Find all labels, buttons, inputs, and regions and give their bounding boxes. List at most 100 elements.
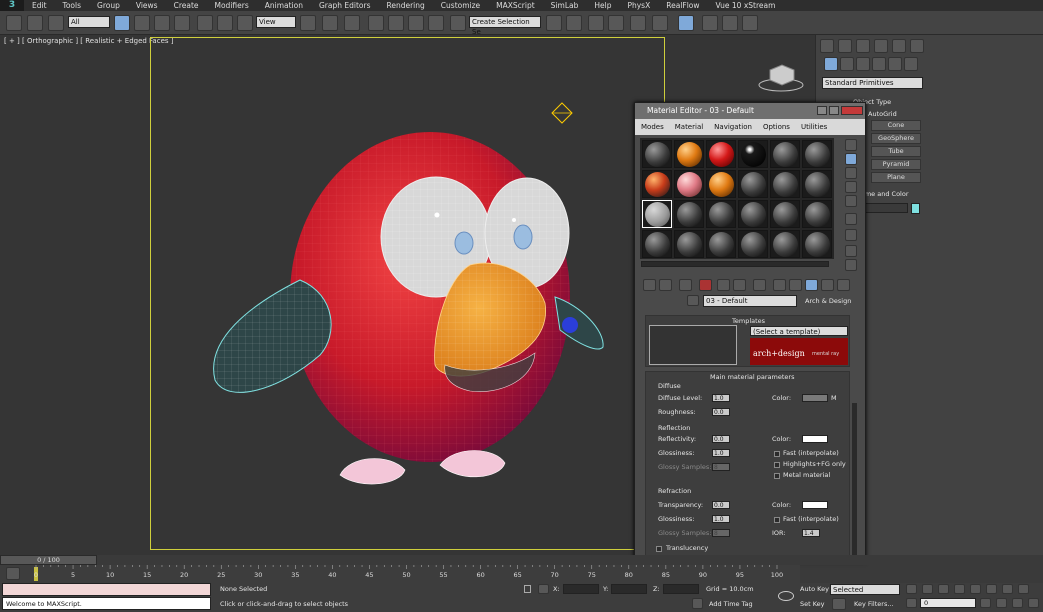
curve-editor-icon[interactable]	[630, 15, 646, 31]
move-icon[interactable]	[197, 15, 213, 31]
utilities-tab-icon[interactable]	[910, 39, 924, 53]
transparency-spinner[interactable]: 0.0	[712, 501, 730, 509]
menu-vue-xstream[interactable]: Vue 10 xStream	[708, 0, 784, 11]
selection-filter-select[interactable]: All	[68, 16, 110, 28]
refl-samples-spinner[interactable]: 8	[712, 463, 730, 471]
menu-rendering[interactable]: Rendering	[378, 0, 432, 11]
absolute-mode-icon[interactable]	[538, 584, 549, 594]
diffuse-level-spinner[interactable]: 1.0	[712, 394, 730, 402]
menu-group[interactable]: Group	[89, 0, 128, 11]
y-coord-field[interactable]	[611, 584, 647, 594]
make-preview-icon[interactable]	[845, 213, 857, 225]
me-menu-modes[interactable]: Modes	[635, 123, 669, 131]
app-logo-icon[interactable]: 3	[0, 0, 24, 11]
render-setup-icon[interactable]	[702, 15, 718, 31]
unlink-icon[interactable]	[27, 15, 43, 31]
next-frame-icon[interactable]	[954, 584, 965, 594]
me-menu-options[interactable]: Options	[757, 123, 795, 131]
align-icon[interactable]	[566, 15, 582, 31]
geosphere-button[interactable]: GeoSphere	[871, 133, 921, 144]
video-check-icon[interactable]	[845, 195, 857, 207]
material-slot[interactable]	[738, 170, 768, 198]
material-slot[interactable]	[802, 230, 832, 258]
x-coord-field[interactable]	[563, 584, 599, 594]
rotate-icon[interactable]	[217, 15, 233, 31]
autogrid-label[interactable]: AutoGrid	[868, 110, 897, 118]
zoom-extents-icon[interactable]	[1018, 584, 1029, 594]
add-time-tag[interactable]: Add Time Tag	[709, 600, 753, 608]
pivot-icon[interactable]	[300, 15, 316, 31]
me-scrollbar[interactable]	[852, 403, 857, 561]
graphite-tools-icon[interactable]	[608, 15, 624, 31]
link-icon[interactable]	[6, 15, 22, 31]
lock-selection-icon[interactable]	[524, 585, 531, 593]
material-name-select[interactable]: 03 - Default	[703, 295, 797, 307]
key-mode-toggle-icon[interactable]	[906, 598, 917, 608]
schematic-view-icon[interactable]	[652, 15, 668, 31]
material-slot[interactable]	[642, 200, 672, 228]
maximize-icon[interactable]	[829, 106, 839, 115]
field-of-view-icon[interactable]	[996, 598, 1007, 608]
select-by-material-icon[interactable]	[845, 245, 857, 257]
reset-map-icon[interactable]	[699, 279, 712, 291]
time-config-icon[interactable]	[980, 598, 991, 608]
set-key-mode-icon[interactable]	[778, 591, 794, 601]
material-slot[interactable]	[642, 140, 672, 168]
material-editor-icon[interactable]	[678, 15, 694, 31]
current-frame-field[interactable]: 0	[920, 598, 976, 608]
material-slot[interactable]	[706, 170, 736, 198]
highlights-fg-checkbox[interactable]	[774, 462, 780, 468]
scale-icon[interactable]	[237, 15, 253, 31]
hierarchy-tab-icon[interactable]	[856, 39, 870, 53]
angle-snap-icon[interactable]	[388, 15, 404, 31]
material-slot[interactable]	[802, 200, 832, 228]
play-icon[interactable]	[938, 584, 949, 594]
material-navigator-icon[interactable]	[845, 259, 857, 271]
motion-tab-icon[interactable]	[874, 39, 888, 53]
spacewarps-icon[interactable]	[904, 57, 918, 71]
display-tab-icon[interactable]	[892, 39, 906, 53]
percent-snap-icon[interactable]	[408, 15, 424, 31]
create-tab-icon[interactable]	[820, 39, 834, 53]
pick-material-icon[interactable]	[687, 295, 699, 306]
go-to-start-icon[interactable]	[906, 584, 917, 594]
template-select[interactable]: (Select a template)	[750, 326, 848, 336]
reflection-color-swatch[interactable]	[802, 435, 828, 443]
refraction-color-swatch[interactable]	[802, 501, 828, 509]
set-key-button[interactable]: Set Key	[800, 600, 825, 608]
material-slot[interactable]	[770, 140, 800, 168]
refr-fast-checkbox[interactable]	[774, 517, 780, 523]
get-material-icon[interactable]	[643, 279, 656, 291]
roughness-spinner[interactable]: 0.0	[712, 408, 730, 416]
frame-counter[interactable]: 0 / 100	[0, 555, 97, 565]
track-bar[interactable]: 0 5 10 15 20 25 30 35 40 45 50 55 60 65 70 75 80 85 90 95 10…	[0, 565, 800, 583]
select-manipulate-icon[interactable]	[322, 15, 338, 31]
lights-icon[interactable]	[856, 57, 870, 71]
z-coord-field[interactable]	[663, 584, 699, 594]
material-slot[interactable]	[706, 230, 736, 258]
me-menu-utilities[interactable]: Utilities	[795, 123, 832, 131]
key-icon[interactable]	[832, 598, 846, 610]
pan-view-icon[interactable]	[1012, 598, 1023, 608]
minimize-icon[interactable]	[817, 106, 827, 115]
time-slider[interactable]: 0 / 100	[0, 555, 1043, 565]
material-slot[interactable]	[706, 140, 736, 168]
ior-spinner[interactable]: 1.4	[802, 529, 820, 537]
menu-views[interactable]: Views	[128, 0, 166, 11]
close-icon[interactable]	[841, 106, 863, 115]
go-to-end-icon[interactable]	[970, 584, 981, 594]
options-icon[interactable]	[845, 229, 857, 241]
put-to-library-icon[interactable]	[753, 279, 766, 291]
menu-maxscript[interactable]: MAXScript	[488, 0, 543, 11]
rect-selection-icon[interactable]	[154, 15, 170, 31]
me-menu-navigation[interactable]: Navigation	[708, 123, 757, 131]
auto-key-button[interactable]: Auto Key	[800, 585, 829, 593]
material-slot[interactable]	[674, 140, 704, 168]
show-shaded-icon[interactable]	[789, 279, 802, 291]
material-slot[interactable]	[642, 230, 672, 258]
reflectivity-spinner[interactable]: 0.0	[712, 435, 730, 443]
render-production-icon[interactable]	[742, 15, 758, 31]
select-by-name-icon[interactable]	[134, 15, 150, 31]
show-end-result-icon[interactable]	[805, 279, 818, 291]
diffuse-map-button[interactable]: M	[831, 394, 837, 402]
